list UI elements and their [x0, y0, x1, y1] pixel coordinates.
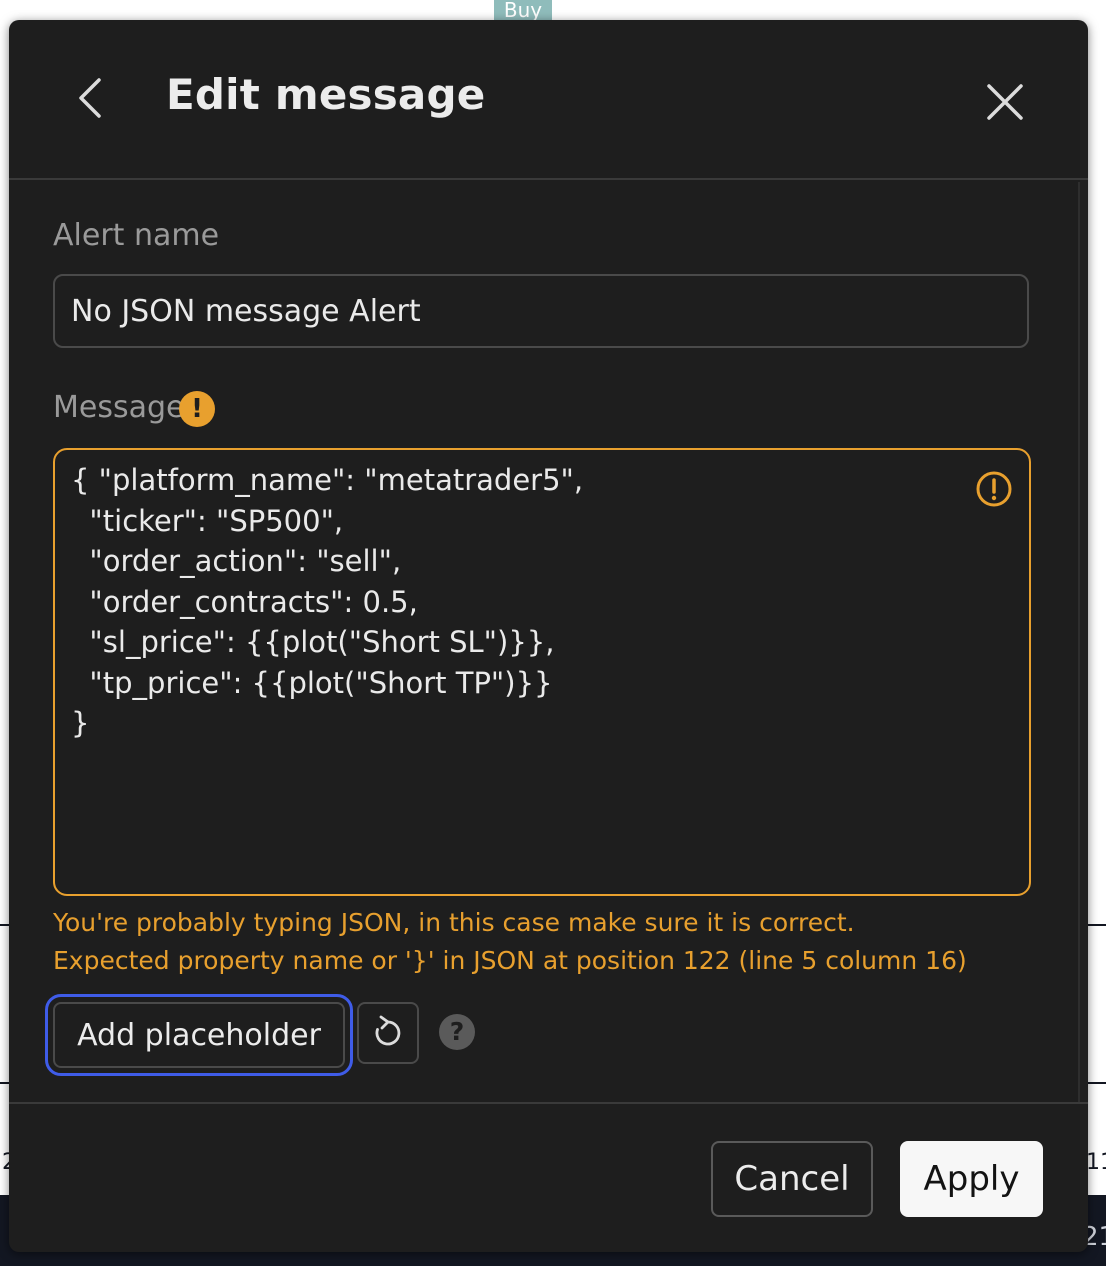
cancel-button[interactable]: Cancel	[711, 1141, 873, 1217]
alert-name-label: Alert name	[53, 218, 220, 253]
dialog-title: Edit message	[166, 70, 486, 119]
chart-line	[0, 924, 9, 926]
help-icon[interactable]: ?	[439, 1014, 475, 1050]
footer-divider	[9, 1102, 1088, 1104]
chevron-left-icon	[79, 78, 101, 118]
chart-line	[0, 1082, 9, 1084]
reset-icon	[375, 1015, 401, 1046]
edit-message-dialog: Edit message Alert name Message ! { "pla…	[9, 20, 1088, 1252]
chart-line	[1088, 1082, 1106, 1084]
message-textarea[interactable]: { "platform_name": "metatrader5", "ticke…	[53, 448, 1031, 896]
buy-tag: Buy	[494, 0, 552, 20]
json-warning-text: You're probably typing JSON, in this cas…	[53, 908, 855, 937]
message-text[interactable]: { "platform_name": "metatrader5", "ticke…	[71, 460, 583, 744]
scrollbar[interactable]	[1078, 182, 1080, 1102]
add-placeholder-button[interactable]: Add placeholder	[45, 994, 353, 1076]
alert-name-input[interactable]	[53, 274, 1029, 348]
json-error-text: Expected property name or '}' in JSON at…	[53, 946, 967, 975]
reset-button[interactable]	[357, 1002, 419, 1064]
chart-line	[1088, 924, 1106, 926]
apply-button[interactable]: Apply	[900, 1141, 1043, 1217]
back-button[interactable]	[71, 76, 111, 120]
axis-label: 11	[1086, 1150, 1106, 1175]
close-icon	[987, 84, 1023, 120]
message-label: Message	[53, 390, 185, 425]
warning-circle-icon	[976, 471, 1012, 507]
dialog-header: Edit message	[9, 20, 1088, 180]
warning-icon: !	[179, 391, 215, 427]
close-button[interactable]	[983, 80, 1027, 124]
